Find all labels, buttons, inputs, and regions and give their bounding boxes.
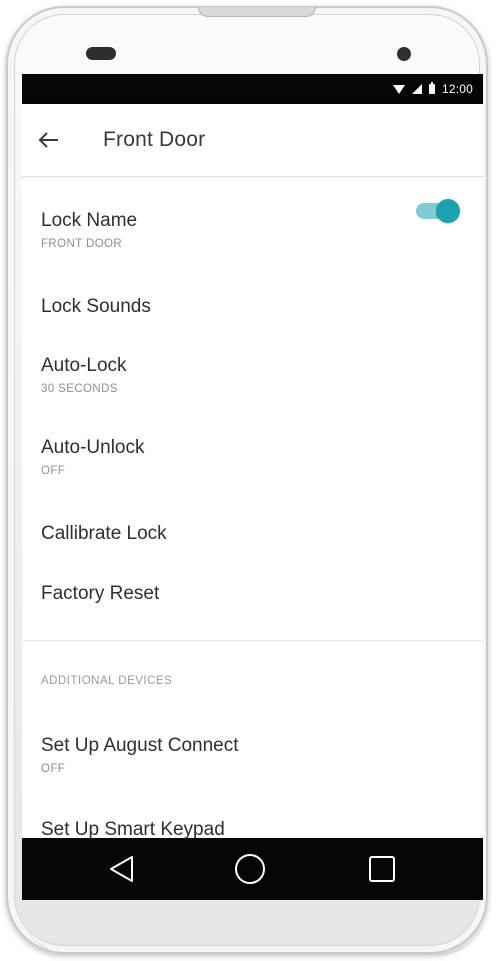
setting-value: OFF bbox=[41, 763, 66, 775]
wifi-icon bbox=[392, 84, 405, 94]
earpiece bbox=[86, 47, 116, 60]
lock-sounds-toggle[interactable] bbox=[416, 199, 462, 223]
section-divider bbox=[22, 640, 483, 641]
nav-recents-icon[interactable] bbox=[368, 855, 396, 888]
status-bar: 12:00 bbox=[22, 74, 483, 104]
page-title: Front Door bbox=[103, 128, 206, 151]
setting-lock-sounds[interactable]: Lock Sounds bbox=[41, 295, 471, 319]
setting-title: Lock Name bbox=[41, 210, 138, 231]
setting-value: OFF bbox=[41, 465, 66, 477]
setting-title: Set Up August Connect bbox=[41, 735, 239, 756]
top-speaker-grille bbox=[198, 7, 316, 17]
setting-title: Auto-Lock bbox=[41, 355, 127, 376]
setting-title: Factory Reset bbox=[41, 583, 160, 604]
setting-august-connect[interactable]: Set Up August Connect OFF bbox=[41, 734, 471, 775]
setting-value: 30 SECONDS bbox=[41, 383, 118, 395]
setting-value: FRONT DOOR bbox=[41, 238, 123, 250]
status-time: 12:00 bbox=[441, 82, 473, 96]
signal-icon bbox=[411, 84, 422, 94]
back-arrow-icon[interactable] bbox=[36, 128, 62, 152]
setting-auto-lock[interactable]: Auto-Lock 30 SECONDS bbox=[41, 354, 471, 395]
setting-auto-unlock[interactable]: Auto-Unlock OFF bbox=[41, 436, 471, 477]
app-bar: Front Door bbox=[22, 104, 483, 177]
setting-title: Lock Sounds bbox=[41, 296, 151, 317]
nav-back-icon[interactable] bbox=[107, 854, 137, 889]
setting-factory-reset[interactable]: Factory Reset bbox=[41, 582, 471, 606]
front-camera bbox=[397, 47, 411, 61]
toggle-thumb bbox=[436, 199, 460, 223]
battery-icon bbox=[428, 82, 435, 94]
nav-bar bbox=[22, 838, 483, 900]
setting-calibrate-lock[interactable]: Callibrate Lock bbox=[41, 522, 471, 546]
screen: 12:00 Front Door Lock Name FRONT DOOR Lo… bbox=[22, 74, 483, 900]
setting-title: Auto-Unlock bbox=[41, 437, 145, 458]
phone-chin bbox=[22, 908, 486, 955]
setting-title: Callibrate Lock bbox=[41, 523, 167, 544]
section-header-additional-devices: ADDITIONAL DEVICES bbox=[41, 675, 173, 687]
nav-home-icon[interactable] bbox=[234, 853, 266, 890]
setting-lock-name[interactable]: Lock Name FRONT DOOR bbox=[41, 209, 471, 250]
